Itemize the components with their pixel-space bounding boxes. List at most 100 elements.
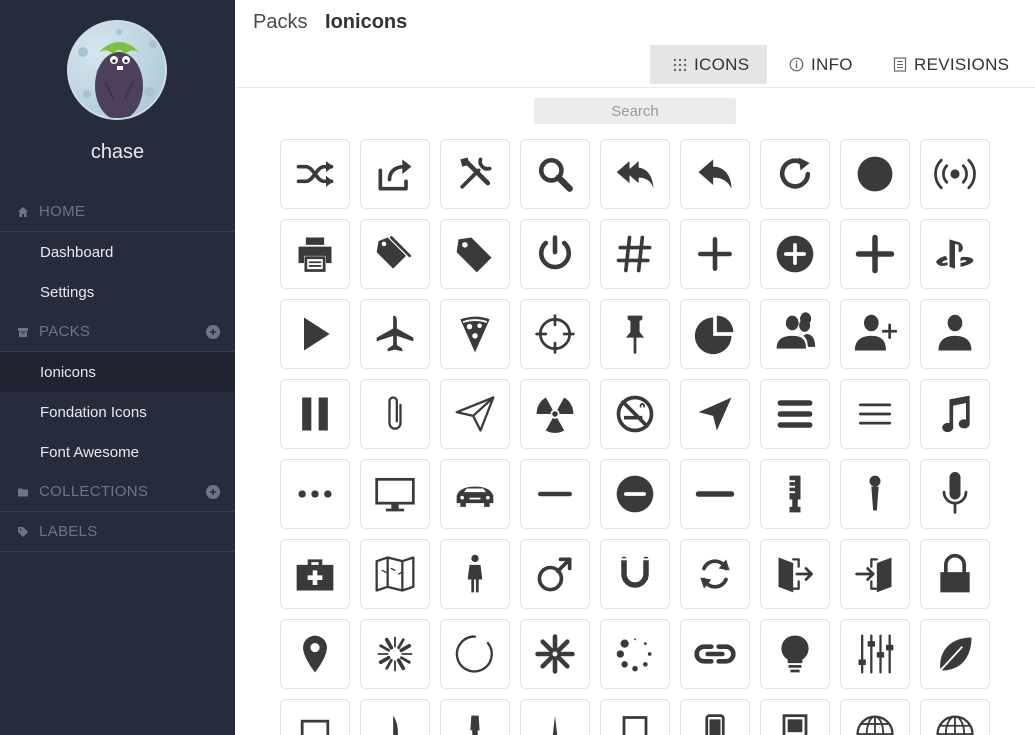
- icon-tile-model-s[interactable]: [440, 459, 510, 529]
- icon-tile-share[interactable]: [360, 139, 430, 209]
- levels-icon: [858, 634, 894, 674]
- icon-tile-person-stalker[interactable]: [760, 299, 830, 369]
- icon-tile-pizza[interactable]: [440, 299, 510, 369]
- icon-tile-world[interactable]: [920, 699, 990, 735]
- icon-tile-playstation[interactable]: [920, 219, 990, 289]
- icon-tile-reply[interactable]: [680, 139, 750, 209]
- minus-circled-icon: [616, 475, 654, 513]
- icon-tile-more[interactable]: [280, 459, 350, 529]
- icon-tile-radio-waves[interactable]: [920, 139, 990, 209]
- icon-tile-levels[interactable]: [840, 619, 910, 689]
- mic-b-icon: [869, 475, 881, 511]
- icon-tile-loading-d[interactable]: [600, 619, 670, 689]
- icon-tile-loading-a[interactable]: [360, 619, 430, 689]
- add-collection-button[interactable]: [206, 485, 220, 499]
- icon-tile-pricetag[interactable]: [440, 219, 510, 289]
- sidebar-item-ionicons[interactable]: Ionicons: [0, 352, 235, 392]
- icon-tile-pinpoint[interactable]: [520, 299, 590, 369]
- icon-tile-navicon[interactable]: [840, 379, 910, 449]
- icon-tile-pricetags[interactable]: [360, 219, 430, 289]
- icon-tile-shuffle[interactable]: [280, 139, 350, 209]
- icon-tile-ipod[interactable]: [760, 699, 830, 735]
- icon-tile-navigate[interactable]: [680, 379, 750, 449]
- icon-tile-loop[interactable]: [680, 539, 750, 609]
- search-input[interactable]: [534, 98, 736, 124]
- icon-tile-log-out[interactable]: [760, 539, 830, 609]
- icon-tile-medkit[interactable]: [280, 539, 350, 609]
- icon-tile-plus-circled[interactable]: [760, 219, 830, 289]
- icon-tile-ipad[interactable]: [600, 699, 670, 735]
- male-icon: [537, 557, 572, 592]
- icon-tile-iphone[interactable]: [680, 699, 750, 735]
- mic-c-icon: [789, 475, 801, 513]
- sidebar-section-collections[interactable]: COLLECTIONS: [0, 472, 235, 512]
- icon-tile-pound[interactable]: [600, 219, 670, 289]
- icon-tile-pause[interactable]: [280, 379, 350, 449]
- icon-tile-mic-c[interactable]: [760, 459, 830, 529]
- breadcrumb-root[interactable]: Packs: [253, 11, 307, 33]
- icon-tile-person-add[interactable]: [840, 299, 910, 369]
- icon-tile-minus-round[interactable]: [680, 459, 750, 529]
- icon-tile-nuclear[interactable]: [520, 379, 590, 449]
- icon-tile-search[interactable]: [520, 139, 590, 209]
- icon-tile-knife[interactable]: [360, 699, 430, 735]
- icon-tile-kitchen[interactable]: [440, 699, 510, 735]
- icon-tile-minus-circled[interactable]: [600, 459, 670, 529]
- icon-tile-mic-a[interactable]: [920, 459, 990, 529]
- icon-tile-laptop[interactable]: [280, 699, 350, 735]
- ipad-icon: [622, 716, 648, 735]
- icon-tile-map[interactable]: [360, 539, 430, 609]
- icon-tile-music-note[interactable]: [920, 379, 990, 449]
- icon-tile-pin[interactable]: [600, 299, 670, 369]
- icon-tile-play[interactable]: [280, 299, 350, 369]
- icon-tile-person[interactable]: [920, 299, 990, 369]
- icon-tile-minus[interactable]: [520, 459, 590, 529]
- icon-tile-plus[interactable]: [680, 219, 750, 289]
- icon-tile-loading-c[interactable]: [520, 619, 590, 689]
- icon-tile-paper-airplane[interactable]: [440, 379, 510, 449]
- icon-tile-tools[interactable]: [440, 139, 510, 209]
- tab-label: ICONS: [694, 54, 750, 74]
- icon-tile-refresh[interactable]: [760, 139, 830, 209]
- icon-tile-male[interactable]: [520, 539, 590, 609]
- icon-tile-ios-needle[interactable]: [520, 699, 590, 735]
- icon-tile-reply-all[interactable]: [600, 139, 670, 209]
- icon-tile-man[interactable]: [440, 539, 510, 609]
- add-pack-button[interactable]: [206, 325, 220, 339]
- icon-tile-plus-round[interactable]: [840, 219, 910, 289]
- no-smoking-icon: [616, 395, 654, 433]
- icon-tile-navicon-round[interactable]: [760, 379, 830, 449]
- icon-tile-loading-b[interactable]: [440, 619, 510, 689]
- icon-tile-log-in[interactable]: [840, 539, 910, 609]
- person-stalker-icon: [776, 312, 816, 349]
- icon-tile-mic-b[interactable]: [840, 459, 910, 529]
- icon-tile-no-smoking[interactable]: [600, 379, 670, 449]
- avatar[interactable]: [67, 20, 167, 120]
- icon-tile-locked[interactable]: [920, 539, 990, 609]
- icon-tile-paperclip[interactable]: [360, 379, 430, 449]
- sidebar-section-home[interactable]: HOME: [0, 192, 235, 232]
- icon-tile-earth[interactable]: [840, 699, 910, 735]
- sidebar-item-settings[interactable]: Settings: [0, 272, 235, 312]
- sidebar-section-labels[interactable]: LABELS: [0, 512, 235, 552]
- sidebar-item-font-awesome[interactable]: Font Awesome: [0, 432, 235, 472]
- tab-info[interactable]: INFO: [789, 45, 853, 84]
- icon-tile-record[interactable]: [840, 139, 910, 209]
- tab-icons[interactable]: ICONS: [650, 45, 767, 84]
- icon-tile-power[interactable]: [520, 219, 590, 289]
- music-note-icon: [942, 395, 970, 433]
- sidebar-item-label: Ionicons: [40, 363, 96, 381]
- icon-tile-magnet[interactable]: [600, 539, 670, 609]
- icon-tile-link[interactable]: [680, 619, 750, 689]
- icon-tile-printer[interactable]: [280, 219, 350, 289]
- icon-tile-monitor[interactable]: [360, 459, 430, 529]
- icon-tile-location[interactable]: [280, 619, 350, 689]
- icon-tile-leaf[interactable]: [920, 619, 990, 689]
- tab-revisions[interactable]: REVISIONS: [893, 45, 1009, 84]
- icon-tile-lightbulb[interactable]: [760, 619, 830, 689]
- sidebar-item-dashboard[interactable]: Dashboard: [0, 232, 235, 272]
- icon-tile-plane[interactable]: [360, 299, 430, 369]
- sidebar-section-packs[interactable]: PACKS: [0, 312, 235, 352]
- sidebar-item-fondation-icons[interactable]: Fondation Icons: [0, 392, 235, 432]
- icon-tile-pie-graph[interactable]: [680, 299, 750, 369]
